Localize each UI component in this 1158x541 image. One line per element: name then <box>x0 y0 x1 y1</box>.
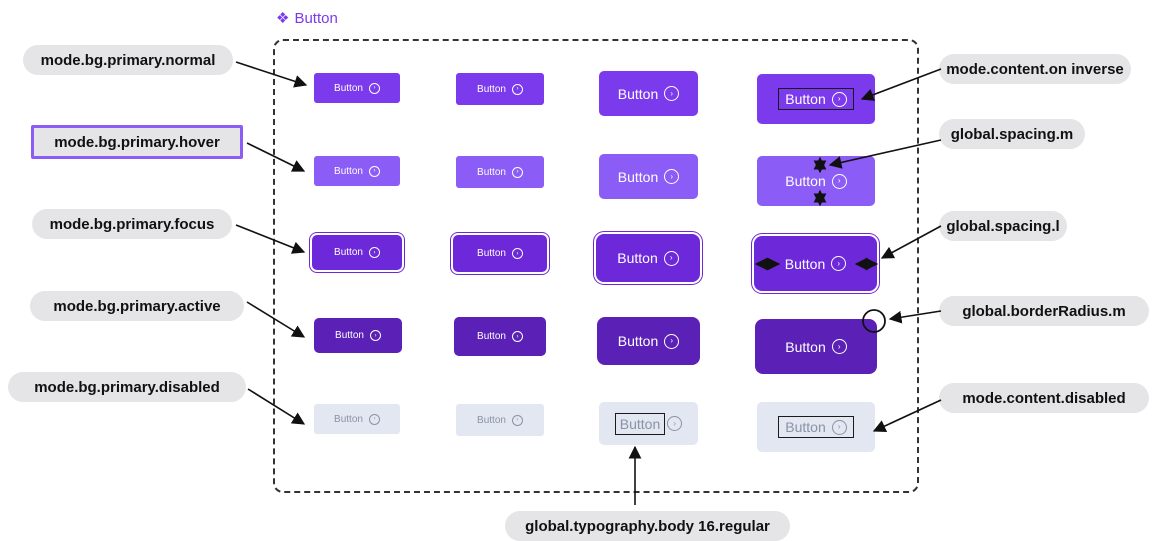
border-radius-indicator <box>862 309 886 333</box>
arrow-spacing-l <box>880 225 942 259</box>
arrow-content-disabled <box>872 399 942 432</box>
arrow-disabled <box>247 388 306 425</box>
annotation-arrows <box>235 61 942 505</box>
arrow-border-radius <box>888 310 942 324</box>
arrow-hover <box>246 142 306 172</box>
arrow-content-on-inverse <box>860 68 942 101</box>
arrow-active <box>246 301 306 338</box>
diagram-canvas: ❖ Button mode.bg.primary.normal mode.bg.pr… <box>0 0 1158 541</box>
arrow-focus <box>235 224 306 254</box>
arrow-normal <box>235 61 308 88</box>
arrow-spacing-m <box>828 139 942 169</box>
